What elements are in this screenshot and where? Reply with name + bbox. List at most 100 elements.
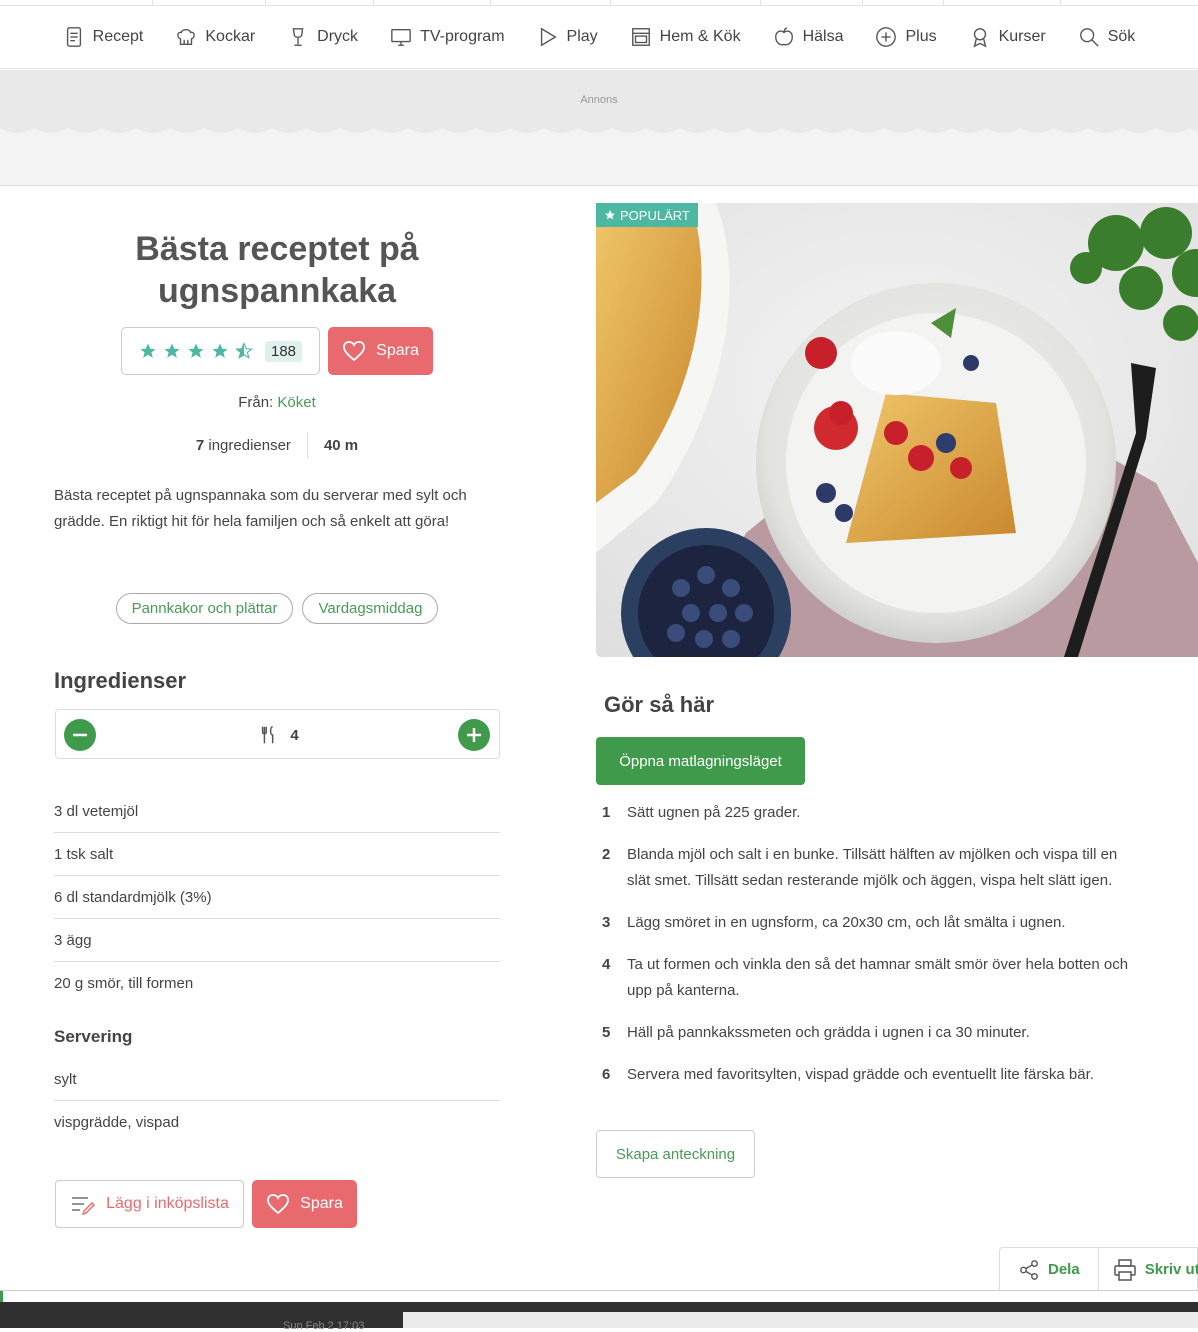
serving-item: vispgrädde, vispad [54,1114,180,1131]
plus-icon [467,728,481,742]
nav-play[interactable]: Play [521,6,614,69]
taskbar-clock: Sun Feb 2 17:03 [283,1320,365,1332]
ingredient-item: 3 dl vetemjöl [54,790,500,833]
serving-item: sylt [54,1058,500,1101]
recipe-description: Bästa receptet på ugnspannaka som du ser… [54,487,467,530]
recipe-title: Bästa receptet på ugnspannkaka [135,230,419,310]
ingredient-item: 20 g smör, till formen [54,975,194,992]
save-label: Spara [300,1195,343,1212]
share-icon [1020,1259,1038,1280]
save-label: Spara [376,342,419,359]
recipe-book-icon [66,27,81,47]
nav-dryck[interactable]: Dryck [271,6,374,69]
serving-list: sylt vispgrädde, vispad [54,1058,500,1144]
nav-plus[interactable]: Plus [859,6,952,69]
recipe-tags: Pannkakor och plättar Vardagsmiddag [54,593,500,624]
open-cooking-mode-button[interactable]: Öppna matlagningsläget [596,737,805,785]
nav-label: Play [566,28,598,45]
save-button[interactable]: Spara [328,327,433,375]
serving-heading: Servering [54,1027,133,1046]
nav-label: Kurser [998,28,1046,45]
printer-icon [1113,1258,1136,1281]
star-full-icon [140,343,156,358]
step-item: 2 Blanda mjöl och salt i en bunke. Tillsä… [602,846,1118,889]
save-button-bottom[interactable]: Spara [252,1180,357,1228]
star-full-icon [212,343,228,358]
create-note-button[interactable]: Skapa anteckning [596,1130,755,1178]
nav-label: Plus [905,28,937,45]
step-item: 5 Häll på pannkakssmeten och grädda i ugn… [602,1024,1030,1041]
play-icon [540,27,557,47]
ad-label: Annons [580,94,618,106]
ingredient-list: 3 dl vetemjöl 1 tsk salt 6 dl standardmj… [54,790,500,1005]
tag-chip[interactable]: Pannkakor och plättar [115,593,294,624]
add-to-shopping-list-button[interactable]: Lägg i inköpslista [55,1180,244,1228]
print-label: Skriv ut [1144,1261,1198,1278]
nav-label: Hem & Kök [659,28,741,45]
servings-display: 4 [56,724,501,746]
shopping-list-label: Lägg i inköpslista [106,1195,229,1212]
rating-widget[interactable]: 188 [121,327,320,375]
shopping-list-icon [72,1197,96,1216]
kitchen-icon [631,28,650,46]
star-icon [605,210,615,220]
step-item: 1 Sätt ugnen på 225 grader. [602,804,801,821]
nav-hem-kok[interactable]: Hem & Kök [614,6,757,69]
nav-label: Hälsa [802,28,844,45]
share-bar: Dela Skriv ut [999,1247,1198,1291]
step-item: 6 Servera med favoritsylten, vispad grädd… [602,1066,1094,1083]
ad-banner: Annons [0,70,1198,186]
ingredient-item: 6 dl standardmjölk (3%) [54,876,500,919]
nav-kurser[interactable]: Kurser [953,6,1062,69]
heart-icon [343,341,366,362]
ingredients-heading: Ingredienser [54,668,187,693]
nav-halsa[interactable]: Hälsa [757,6,860,69]
badge-icon [973,28,987,48]
nav-label: Recept [92,28,144,45]
servings-count: 4 [290,727,299,744]
page-bottom-edge [0,1290,1198,1303]
share-button[interactable]: Dela [1000,1248,1099,1291]
apple-icon [774,27,793,46]
ingredient-item: 3 ägg [54,919,500,962]
chef-hat-icon [177,28,196,46]
ingredient-count: 7 ingredienser [195,436,291,454]
cook-time: 40 m [323,436,359,454]
nav-label: Sök [1107,28,1136,45]
nav-kockar[interactable]: Kockar [159,6,271,69]
cutlery-icon [262,726,274,744]
badge-label: POPULÄRT [620,207,690,223]
tv-icon [391,28,411,46]
increase-servings-button[interactable] [458,719,490,751]
source-link[interactable]: Köket [277,394,315,411]
nav-tv[interactable]: TV-program [374,6,520,69]
tag-chip[interactable]: Vardagsmiddag [302,593,439,624]
wine-glass-icon [292,28,304,46]
step-item: 4 Ta ut formen och vinkla den så det hamn… [602,956,1129,999]
os-taskbar: Sun Feb 2 17:03 [0,1302,1198,1332]
heart-icon [267,1194,290,1215]
main-nav: Recept Kockar Dryck TV-program Play Hem … [0,6,1198,69]
ingredient-item: 1 tsk salt [54,833,500,876]
nav-sok[interactable]: Sök [1062,6,1152,69]
nav-recept[interactable]: Recept [47,6,160,69]
instructions-heading: Gör så här [604,692,715,717]
popular-badge: POPULÄRT [596,203,698,227]
plus-circle-icon [876,27,897,47]
servings-stepper: 4 [55,709,500,759]
pancake-photo [596,203,1198,657]
recipe-hero-image [596,203,1198,657]
recipe-source: Från: Köket [54,394,500,411]
share-label: Dela [1048,1261,1080,1278]
star-full-icon [164,343,180,358]
rating-count: 188 [264,340,303,362]
search-icon [1079,28,1099,47]
star-half-icon [235,342,253,359]
ad-wave-divider [0,122,1198,133]
nav-label: Dryck [317,28,359,45]
step-item: 3 Lägg smöret in en ugnsform, ca 20x30 cm… [602,914,1066,931]
nav-label: TV-program [420,28,505,45]
source-prefix: Från: [238,394,274,411]
recipe-meta: 7 ingredienser 40 m [54,432,500,458]
print-button[interactable]: Skriv ut [1099,1248,1198,1291]
